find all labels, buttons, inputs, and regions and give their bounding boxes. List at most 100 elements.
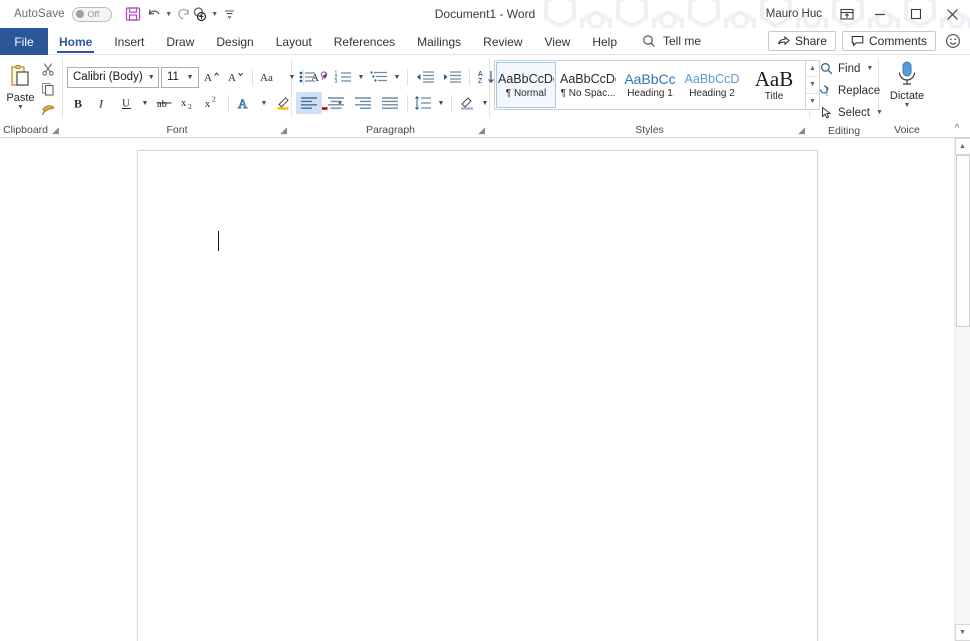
subscript-icon[interactable]: x2 — [177, 92, 199, 114]
shrink-font-icon[interactable]: A — [225, 66, 247, 88]
share-label: Share — [795, 34, 827, 48]
tab-view[interactable]: View — [534, 28, 582, 55]
line-spacing-dropdown-icon[interactable]: ▼ — [435, 92, 447, 114]
undo-icon[interactable] — [146, 2, 163, 26]
tab-design[interactable]: Design — [205, 28, 264, 55]
format-painter-button[interactable] — [38, 99, 58, 118]
minimize-icon[interactable] — [862, 0, 898, 28]
user-account-name[interactable]: Mauro Huc — [766, 8, 822, 20]
numbering-dropdown-icon[interactable]: ▼ — [355, 66, 367, 88]
svg-text:x: x — [205, 99, 211, 110]
numbering-icon[interactable]: 1 2 3 — [332, 66, 354, 88]
replace-icon: b c — [818, 84, 834, 97]
document-page[interactable] — [137, 150, 818, 641]
tab-help[interactable]: Help — [581, 28, 628, 55]
cut-button[interactable] — [38, 59, 58, 78]
replace-button[interactable]: b c Replace — [818, 80, 883, 101]
document-canvas[interactable] — [0, 138, 954, 641]
tab-home[interactable]: Home — [48, 28, 103, 55]
tab-draw[interactable]: Draw — [155, 28, 205, 55]
replace-label: Replace — [838, 85, 880, 97]
touch-mode-icon[interactable] — [192, 2, 209, 26]
autosave-toggle[interactable]: Off — [72, 7, 112, 22]
paste-dropdown-icon[interactable]: ▼ — [17, 105, 24, 111]
find-dropdown-icon[interactable]: ▼ — [866, 65, 873, 72]
line-spacing-icon[interactable] — [412, 92, 434, 114]
bullets-dropdown-icon[interactable]: ▼ — [319, 66, 331, 88]
select-button[interactable]: Select ▼ — [818, 102, 883, 123]
bold-icon[interactable]: B — [67, 92, 89, 114]
tell-me-search[interactable]: Tell me — [628, 28, 711, 54]
font-dialog-launcher-icon[interactable]: ◢ — [280, 126, 287, 135]
microphone-icon — [893, 59, 921, 89]
align-right-icon[interactable] — [350, 92, 376, 114]
style-item-no-spacing[interactable]: AaBbCcDc ¶ No Spac... — [558, 62, 618, 108]
qat-customize-icon[interactable] — [221, 2, 238, 26]
align-center-icon[interactable] — [323, 92, 349, 114]
paste-button[interactable]: Paste ▼ — [4, 59, 37, 111]
style-name: ¶ Normal — [506, 88, 546, 99]
redo-icon[interactable] — [175, 2, 192, 26]
chevron-down-icon[interactable]: ▼ — [144, 74, 158, 81]
style-item-heading-2[interactable]: AaBbCcD Heading 2 — [682, 62, 742, 108]
tab-references[interactable]: References — [323, 28, 406, 55]
style-preview: AaB — [746, 68, 802, 90]
paragraph-dialog-launcher-icon[interactable]: ◢ — [478, 126, 485, 135]
scrollbar-thumb[interactable] — [956, 155, 970, 327]
text-highlight-color-icon[interactable] — [272, 92, 294, 114]
grow-font-icon[interactable]: A — [201, 66, 223, 88]
find-button[interactable]: Find ▼ — [818, 58, 883, 79]
dictate-button[interactable]: Dictate ▼ — [883, 59, 931, 109]
smiley-icon[interactable] — [942, 33, 964, 49]
undo-dropdown-icon[interactable]: ▼ — [163, 11, 175, 18]
share-button[interactable]: Share — [768, 31, 836, 51]
tab-layout[interactable]: Layout — [265, 28, 323, 55]
justify-icon[interactable] — [377, 92, 403, 114]
chevron-down-icon[interactable]: ▼ — [183, 74, 197, 81]
ribbon-group-label-editing: Editing — [810, 123, 878, 138]
style-item-title[interactable]: AaB Title — [744, 62, 804, 108]
style-item-heading-1[interactable]: AaBbCc Heading 1 — [620, 62, 680, 108]
shading-icon[interactable] — [456, 92, 478, 114]
tab-file[interactable]: File — [0, 28, 48, 55]
increase-indent-icon[interactable] — [439, 66, 465, 88]
style-name: Heading 1 — [627, 88, 673, 99]
font-size-combobox[interactable]: 11 ▼ — [161, 67, 199, 88]
underline-icon[interactable]: U — [115, 92, 137, 114]
change-case-icon[interactable]: Aa — [258, 66, 284, 88]
bullets-icon[interactable] — [296, 66, 318, 88]
tab-mailings[interactable]: Mailings — [406, 28, 472, 55]
touch-mode-dropdown-icon[interactable]: ▼ — [209, 11, 221, 18]
decrease-indent-icon[interactable] — [412, 66, 438, 88]
dictate-dropdown-icon[interactable]: ▼ — [904, 103, 911, 109]
style-item-normal[interactable]: AaBbCcDc ¶ Normal — [496, 62, 556, 108]
ribbon-group-paragraph: ▼ 1 2 3 ▼ — [292, 55, 489, 138]
align-left-icon[interactable] — [296, 92, 322, 114]
copy-button[interactable] — [38, 79, 58, 98]
clipboard-dialog-launcher-icon[interactable]: ◢ — [52, 126, 59, 135]
font-name-combobox[interactable]: Calibri (Body) ▼ — [67, 67, 159, 88]
text-effects-icon[interactable]: A — [234, 92, 256, 114]
maximize-icon[interactable] — [898, 0, 934, 28]
italic-icon[interactable]: I — [91, 92, 113, 114]
clipboard-label: Clipboard — [3, 124, 48, 136]
comments-button[interactable]: Comments — [842, 31, 936, 51]
close-icon[interactable] — [934, 0, 970, 28]
tab-insert[interactable]: Insert — [103, 28, 155, 55]
tab-review[interactable]: Review — [472, 28, 533, 55]
superscript-icon[interactable]: x2 — [201, 92, 223, 114]
strikethrough-icon[interactable]: ab — [153, 92, 175, 114]
find-icon — [818, 62, 834, 75]
text-effects-dropdown-icon[interactable]: ▼ — [258, 92, 270, 114]
scroll-up-button[interactable]: ▲ — [955, 138, 970, 155]
vertical-scrollbar[interactable]: ▲ ▼ — [954, 138, 970, 641]
multilevel-dropdown-icon[interactable]: ▼ — [391, 66, 403, 88]
ribbon-group-label-paragraph: Paragraph ◢ — [292, 122, 489, 138]
styles-dialog-launcher-icon[interactable]: ◢ — [798, 126, 805, 135]
save-icon[interactable] — [120, 2, 146, 26]
underline-dropdown-icon[interactable]: ▼ — [139, 92, 151, 114]
multilevel-list-icon[interactable] — [368, 66, 390, 88]
collapse-ribbon-icon[interactable]: ^ — [947, 120, 967, 136]
ribbon-display-options-icon[interactable] — [832, 0, 862, 28]
scroll-down-button[interactable]: ▼ — [955, 624, 970, 641]
